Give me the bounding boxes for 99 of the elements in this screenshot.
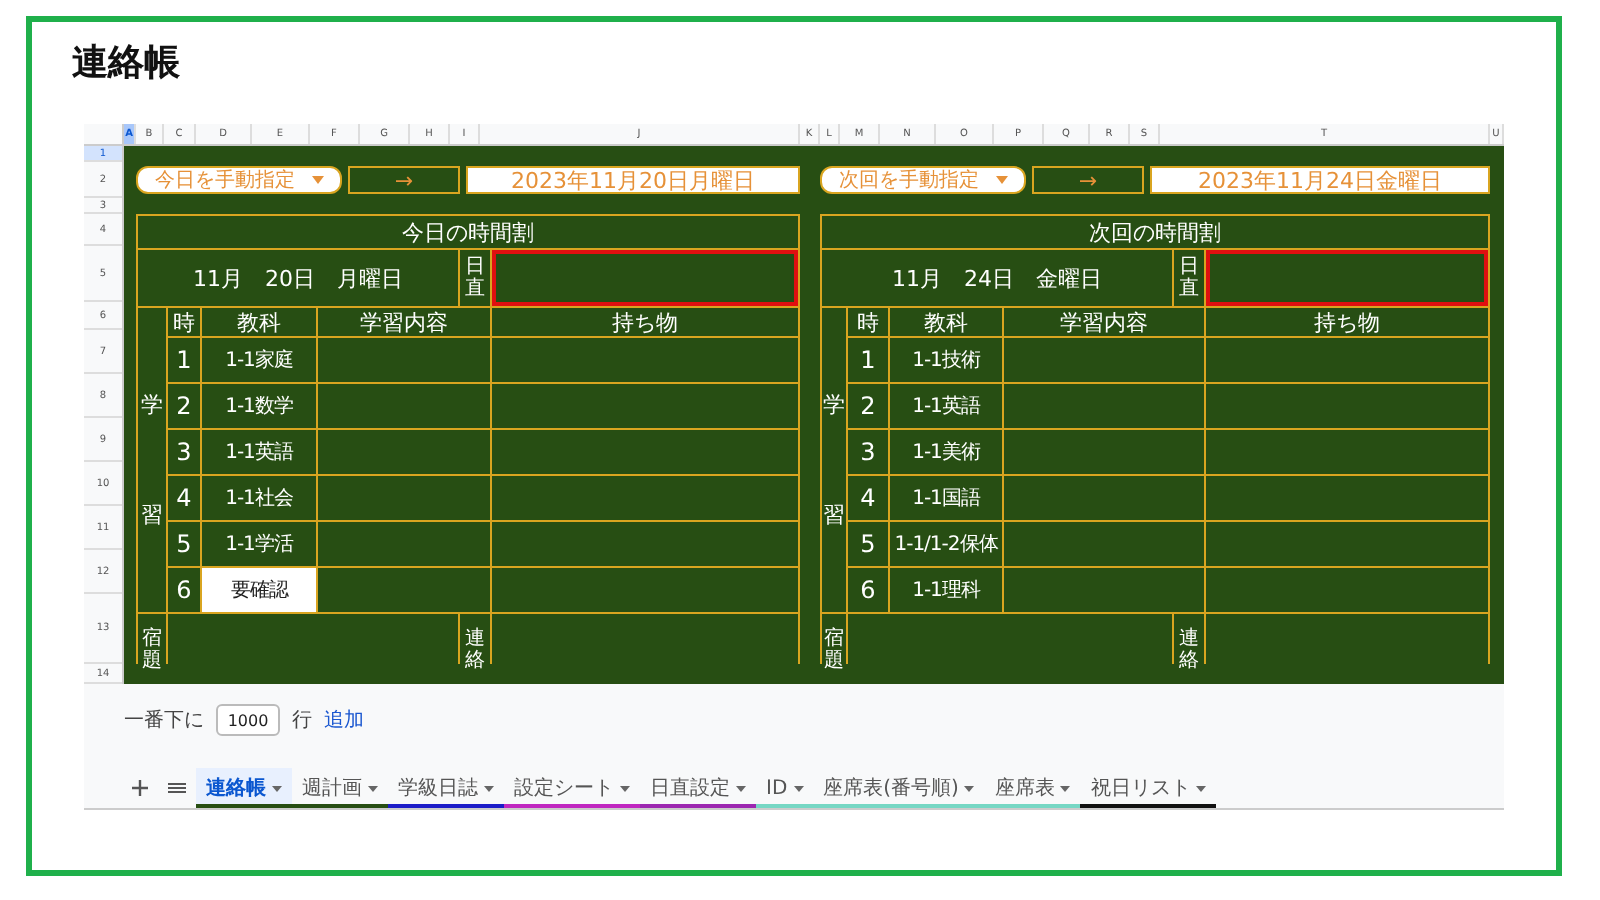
items-cell[interactable] bbox=[492, 522, 798, 566]
caret-icon bbox=[1196, 785, 1207, 791]
subject-cell[interactable]: 1-1美術 bbox=[890, 430, 1002, 474]
period-number: 4 bbox=[848, 476, 888, 520]
duty-value-cell[interactable] bbox=[1206, 250, 1488, 306]
sheet-tab[interactable]: 座席表(番号順) bbox=[813, 768, 985, 808]
content-cell[interactable] bbox=[1004, 430, 1204, 474]
column-header: 時 bbox=[168, 308, 200, 336]
items-cell[interactable] bbox=[492, 568, 798, 612]
period-number: 6 bbox=[848, 568, 888, 612]
items-cell[interactable] bbox=[1206, 568, 1488, 612]
items-cell[interactable] bbox=[1206, 338, 1488, 382]
duty-label: 日直 bbox=[465, 256, 485, 300]
content-cell[interactable] bbox=[1004, 338, 1204, 382]
period-number: 5 bbox=[168, 522, 200, 566]
timetable-title: 今日の時間割 bbox=[138, 216, 798, 248]
caret-icon bbox=[311, 176, 323, 184]
subject-cell[interactable]: 1-1理科 bbox=[890, 568, 1002, 612]
column-header: 教科 bbox=[890, 308, 1002, 336]
date-cell: 2023年11月20日月曜日 bbox=[466, 166, 800, 194]
timetable-title: 次回の時間割 bbox=[822, 216, 1488, 248]
sheet-tab[interactable]: 連絡帳 bbox=[196, 768, 292, 808]
caret-icon bbox=[995, 176, 1007, 184]
items-cell[interactable] bbox=[492, 476, 798, 520]
column-header: 学習内容 bbox=[318, 308, 490, 336]
caret-icon bbox=[1060, 785, 1071, 791]
subject-cell[interactable]: 1-1数学 bbox=[202, 384, 316, 428]
arrow-cell: → bbox=[348, 166, 460, 194]
subject-cell[interactable]: 要確認 bbox=[202, 568, 316, 612]
content-cell[interactable] bbox=[1004, 384, 1204, 428]
sheet-tab[interactable]: 座席表 bbox=[984, 768, 1081, 808]
page-title: 連絡帳 bbox=[72, 40, 182, 86]
period-number: 1 bbox=[848, 338, 888, 382]
contact-label: 連絡 bbox=[465, 627, 485, 671]
period-number: 2 bbox=[168, 384, 200, 428]
menu-icon[interactable] bbox=[167, 782, 185, 794]
subject-cell[interactable]: 1-1国語 bbox=[890, 476, 1002, 520]
subject-cell[interactable]: 1-1家庭 bbox=[202, 338, 316, 382]
content-cell[interactable] bbox=[318, 522, 490, 566]
caret-icon bbox=[793, 785, 804, 791]
caret-icon bbox=[620, 785, 630, 791]
column-header: 教科 bbox=[202, 308, 316, 336]
caret-icon bbox=[368, 785, 378, 791]
homework-label: 宿題 bbox=[142, 627, 162, 671]
homework-label: 宿題 bbox=[824, 627, 844, 671]
row-count-field[interactable]: 1000 bbox=[216, 704, 280, 736]
items-cell[interactable] bbox=[1206, 522, 1488, 566]
duty-value-cell[interactable] bbox=[492, 250, 798, 306]
caret-icon bbox=[484, 785, 494, 791]
add-link[interactable]: 追加 bbox=[324, 706, 364, 734]
column-header: 持ち物 bbox=[1206, 308, 1488, 336]
subject-cell[interactable]: 1-1学活 bbox=[202, 522, 316, 566]
items-cell[interactable] bbox=[492, 384, 798, 428]
content-cell[interactable] bbox=[318, 384, 490, 428]
sheet-tab[interactable]: 学級日誌 bbox=[388, 768, 504, 808]
sheet-tab[interactable]: 日直設定 bbox=[640, 768, 756, 808]
subject-cell[interactable]: 1-1社会 bbox=[202, 476, 316, 520]
sheet-tab[interactable]: ID bbox=[756, 768, 814, 808]
column-header: 学習内容 bbox=[1004, 308, 1204, 336]
caret-icon bbox=[736, 785, 746, 791]
items-cell[interactable] bbox=[492, 338, 798, 382]
sheet-tab[interactable]: 祝日リスト bbox=[1080, 768, 1217, 808]
period-number: 5 bbox=[848, 522, 888, 566]
plus-icon[interactable] bbox=[132, 780, 148, 796]
items-cell[interactable] bbox=[492, 430, 798, 474]
period-number: 1 bbox=[168, 338, 200, 382]
subject-cell[interactable]: 1-1/1-2保体 bbox=[890, 522, 1002, 566]
subject-cell[interactable]: 1-1技術 bbox=[890, 338, 1002, 382]
items-cell[interactable] bbox=[1206, 384, 1488, 428]
date-cell: 2023年11月24日金曜日 bbox=[1150, 166, 1490, 194]
content-cell[interactable] bbox=[318, 476, 490, 520]
period-number: 2 bbox=[848, 384, 888, 428]
section-label: 学習 bbox=[823, 390, 845, 532]
content-cell[interactable] bbox=[318, 568, 490, 612]
arrow-cell: → bbox=[1032, 166, 1144, 194]
content-cell[interactable] bbox=[1004, 522, 1204, 566]
content-cell[interactable] bbox=[318, 338, 490, 382]
duty-label: 日直 bbox=[1179, 256, 1199, 300]
period-number: 3 bbox=[168, 430, 200, 474]
period-number: 6 bbox=[168, 568, 200, 612]
items-cell[interactable] bbox=[1206, 430, 1488, 474]
row-unit-label: 行 bbox=[292, 708, 312, 734]
contact-label: 連絡 bbox=[1179, 627, 1199, 671]
row-add-label: 一番下に bbox=[124, 707, 204, 734]
column-header: 時 bbox=[848, 308, 888, 336]
sheet-tab[interactable]: 設定シート bbox=[504, 768, 640, 808]
content-cell[interactable] bbox=[1004, 568, 1204, 612]
subject-cell[interactable]: 1-1英語 bbox=[890, 384, 1002, 428]
caret-icon bbox=[964, 785, 975, 791]
caret-icon bbox=[272, 785, 282, 791]
content-cell[interactable] bbox=[1004, 476, 1204, 520]
section-label: 学習 bbox=[141, 390, 163, 532]
content-cell[interactable] bbox=[318, 430, 490, 474]
subject-cell[interactable]: 1-1英語 bbox=[202, 430, 316, 474]
period-number: 4 bbox=[168, 476, 200, 520]
column-header: 持ち物 bbox=[492, 308, 798, 336]
period-number: 3 bbox=[848, 430, 888, 474]
items-cell[interactable] bbox=[1206, 476, 1488, 520]
sheet-tab[interactable]: 週計画 bbox=[292, 768, 388, 808]
